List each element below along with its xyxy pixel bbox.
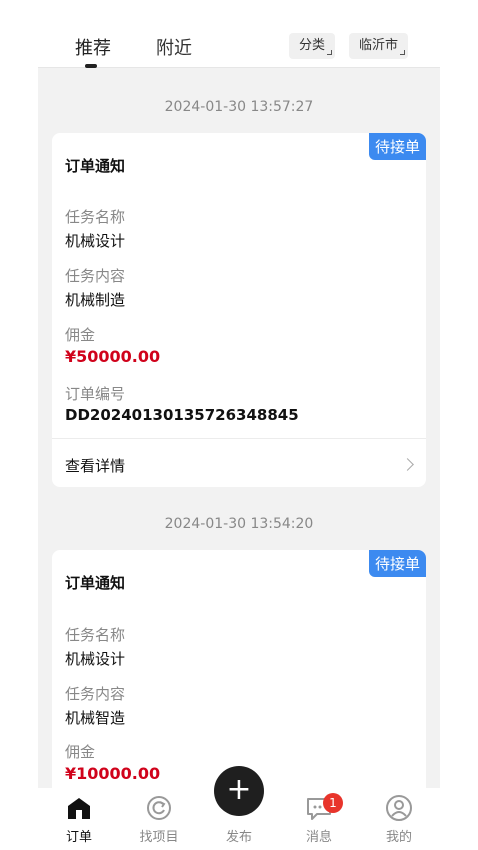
order-number-value: DD20240130135726348845	[65, 406, 299, 424]
plus-icon: +	[226, 772, 252, 807]
tab-recommend[interactable]: 推荐	[75, 34, 111, 60]
nav-orders-label: 订单	[65, 830, 92, 845]
order-timestamp: 2024-01-30 13:54:20	[164, 516, 314, 532]
task-name-label: 任务名称	[65, 208, 126, 226]
user-icon	[386, 795, 412, 821]
top-bar: 推荐 附近 分类 临沂市	[38, 0, 440, 68]
city-filter[interactable]: 临沂市	[349, 33, 409, 59]
category-filter-label: 分类	[299, 38, 326, 53]
corner-dropdown-icon	[400, 50, 406, 55]
card-title: 订单通知	[65, 574, 126, 592]
card-title: 订单通知	[65, 157, 126, 175]
task-name-label: 任务名称	[65, 626, 126, 644]
nav-messages-label: 消息	[305, 830, 332, 845]
task-name-value: 机械设计	[65, 650, 126, 668]
app-screen: 推荐 附近 分类 临沂市 2024-01-30 13:57:27 待接单 订单通…	[38, 0, 440, 850]
refresh-icon	[147, 796, 171, 820]
order-card[interactable]: 待接单 订单通知 任务名称 机械设计 任务内容 机械制造 佣金 ¥50000.0…	[52, 133, 426, 487]
chevron-right-icon	[401, 458, 414, 471]
tab-nearby[interactable]: 附近	[156, 34, 192, 60]
commission-label: 佣金	[65, 743, 96, 761]
status-badge: 待接单	[368, 550, 426, 577]
task-content-value: 机械智造	[65, 709, 126, 727]
message-count-badge: 1	[323, 793, 343, 813]
tab-indicator	[85, 64, 97, 68]
order-timestamp: 2024-01-30 13:57:27	[164, 99, 314, 115]
city-filter-label: 临沂市	[359, 38, 399, 53]
commission-label: 佣金	[65, 326, 96, 344]
card-divider	[52, 438, 426, 439]
nav-mine-label: 我的	[385, 830, 412, 845]
category-filter[interactable]: 分类	[289, 33, 336, 59]
task-content-value: 机械制造	[65, 291, 126, 309]
home-icon	[68, 798, 90, 819]
task-content-label: 任务内容	[65, 267, 126, 285]
view-details-link[interactable]: 查看详情	[65, 455, 125, 476]
nav-find-projects-label: 找项目	[139, 830, 179, 845]
task-name-value: 机械设计	[65, 232, 126, 250]
corner-dropdown-icon	[327, 50, 333, 55]
commission-value: ¥50000.00	[65, 347, 161, 366]
commission-value: ¥10000.00	[65, 764, 161, 783]
task-content-label: 任务内容	[65, 685, 126, 703]
nav-publish-label: 发布	[225, 830, 252, 845]
status-badge: 待接单	[368, 133, 426, 160]
order-number-label: 订单编号	[65, 385, 126, 403]
publish-button[interactable]: +	[214, 766, 264, 816]
